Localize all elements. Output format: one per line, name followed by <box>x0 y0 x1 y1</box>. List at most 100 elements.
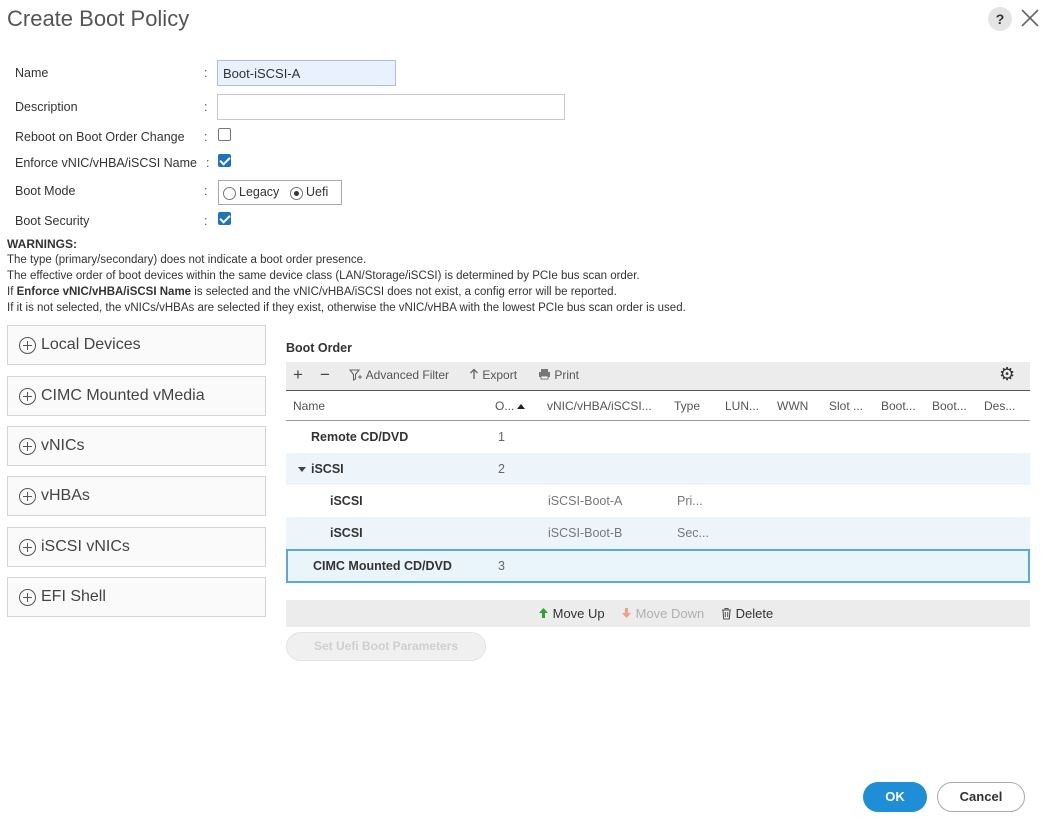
print-label: Print <box>554 368 580 382</box>
table-row[interactable]: iSCSI iSCSI-Boot-B Sec... <box>286 517 1030 549</box>
column-header-type[interactable]: Type <box>674 399 700 413</box>
enforce-checkbox[interactable] <box>218 154 231 167</box>
boot-security-checkbox[interactable] <box>218 212 231 225</box>
settings-gear-icon[interactable]: ⚙ <box>999 364 1015 385</box>
move-up-button[interactable]: Move Up <box>538 606 605 621</box>
section-label: EFI Shell <box>41 588 106 605</box>
row-vnic: iSCSI-Boot-B <box>548 526 623 540</box>
row-vnic: iSCSI-Boot-A <box>548 494 623 508</box>
section-iscsi-vnics[interactable]: iSCSI vNICs <box>7 527 266 567</box>
section-vhbas[interactable]: vHBAs <box>7 476 266 516</box>
name-input[interactable] <box>217 60 396 86</box>
cancel-button[interactable]: Cancel <box>937 782 1025 812</box>
description-input[interactable] <box>217 94 565 120</box>
expand-plus-icon <box>19 488 36 505</box>
boot-mode-legacy-label: Legacy <box>239 185 280 199</box>
arrow-up-icon <box>539 608 548 618</box>
warning-line: If it is not selected, the vNICs/vHBAs a… <box>7 302 686 314</box>
move-down-button[interactable]: Move Down <box>621 606 704 621</box>
column-header-slot[interactable]: Slot ... <box>829 399 863 413</box>
table-row[interactable]: iSCSI iSCSI-Boot-A Pri... <box>286 485 1030 517</box>
boot-security-label: Boot Security <box>15 214 90 228</box>
expand-plus-icon <box>19 337 36 354</box>
sort-ascending-icon <box>517 404 526 409</box>
trash-icon <box>722 607 731 620</box>
row-order: 2 <box>498 462 505 476</box>
move-up-label: Move Up <box>552 606 605 621</box>
enforce-label: Enforce vNIC/vHBA/iSCSI Name <box>15 156 197 170</box>
close-icon <box>1021 9 1039 27</box>
section-label: Local Devices <box>41 336 141 353</box>
name-colon: : <box>204 66 208 80</box>
warnings-block: WARNINGS: The type (primary/secondary) d… <box>7 236 686 316</box>
collapse-caret-icon[interactable] <box>298 467 306 472</box>
section-label: iSCSI vNICs <box>41 538 130 555</box>
reboot-label: Reboot on Boot Order Change <box>15 130 185 144</box>
table-row-selected[interactable]: CIMC Mounted CD/DVD 3 <box>286 549 1030 583</box>
row-name: CIMC Mounted CD/DVD <box>313 559 452 573</box>
section-label: vHBAs <box>41 487 90 504</box>
boot-order-table-header: Name O... vNIC/vHBA/iSCSI... Type LUN...… <box>286 390 1030 421</box>
section-efi-shell[interactable]: EFI Shell <box>7 577 266 617</box>
advanced-filter-button[interactable]: Advanced Filter <box>348 368 450 382</box>
filter-icon <box>348 369 362 381</box>
column-header-wwn[interactable]: WWN <box>777 399 808 413</box>
column-header-description[interactable]: Des... <box>984 399 1015 413</box>
boot-mode-uefi-radio[interactable] <box>290 187 303 200</box>
arrow-down-icon <box>622 608 631 618</box>
table-row[interactable]: Remote CD/DVD 1 <box>286 421 1030 453</box>
delete-button[interactable]: Delete <box>721 606 773 621</box>
set-uefi-boot-parameters-button[interactable]: Set Uefi Boot Parameters <box>286 632 486 661</box>
row-type: Sec... <box>677 526 709 540</box>
close-button[interactable] <box>1018 4 1042 32</box>
warning-emphasis: Enforce vNIC/vHBA/iSCSI Name <box>16 286 192 298</box>
row-name: iSCSI <box>330 494 363 508</box>
ok-button[interactable]: OK <box>863 782 927 812</box>
section-vnics[interactable]: vNICs <box>7 426 266 466</box>
column-header-vnic[interactable]: vNIC/vHBA/iSCSI... <box>547 399 652 413</box>
table-row[interactable]: iSCSI 2 <box>286 453 1030 485</box>
move-down-label: Move Down <box>635 606 705 621</box>
warning-line: The type (primary/secondary) does not in… <box>7 254 367 266</box>
column-header-order[interactable]: O... <box>495 399 526 413</box>
expand-plus-icon <box>19 539 36 556</box>
boot-order-toolbar: + − Advanced Filter Export Print ⚙ <box>286 362 1030 390</box>
column-header-boot1[interactable]: Boot... <box>881 399 916 413</box>
row-name: iSCSI <box>330 526 363 540</box>
warning-line: The effective order of boot devices with… <box>7 270 640 282</box>
column-header-name[interactable]: Name <box>293 399 325 413</box>
column-header-order-label: O... <box>495 399 515 413</box>
reboot-checkbox[interactable] <box>218 128 231 141</box>
boot-order-title: Boot Order <box>286 341 352 355</box>
boot-order-actions: Move Up Move Down Delete <box>286 600 1030 627</box>
row-name: iSCSI <box>311 462 344 476</box>
export-arrow-icon <box>470 368 478 379</box>
advanced-filter-label: Advanced Filter <box>365 368 450 382</box>
print-icon <box>539 369 550 380</box>
reboot-colon: : <box>204 130 208 144</box>
description-label: Description <box>15 100 78 114</box>
row-type: Pri... <box>677 494 703 508</box>
warning-text: is selected and the vNIC/vHBA/iSCSI does… <box>191 286 617 298</box>
dialog-title: Create Boot Policy <box>7 6 190 31</box>
boot-mode-label: Boot Mode <box>15 184 76 198</box>
expand-plus-icon <box>19 438 36 455</box>
expand-plus-icon <box>19 388 36 405</box>
row-order: 3 <box>498 559 505 573</box>
export-button[interactable]: Export <box>469 368 517 382</box>
warning-line: If Enforce vNIC/vHBA/iSCSI Name is selec… <box>7 284 686 300</box>
column-header-lun[interactable]: LUN... <box>725 399 759 413</box>
row-name: Remote CD/DVD <box>311 430 409 444</box>
help-button[interactable]: ? <box>988 7 1012 31</box>
remove-button[interactable]: − <box>320 365 330 385</box>
name-label: Name <box>15 66 49 80</box>
boot-mode-legacy-radio[interactable] <box>223 187 236 200</box>
column-header-boot2[interactable]: Boot... <box>932 399 967 413</box>
section-local-devices[interactable]: Local Devices <box>7 325 266 365</box>
add-button[interactable]: + <box>293 365 303 385</box>
warning-text: If <box>7 286 17 298</box>
section-cimc-mounted-vmedia[interactable]: CIMC Mounted vMedia <box>7 376 266 416</box>
boot-mode-uefi-label: Uefi <box>306 185 329 199</box>
print-button[interactable]: Print <box>538 368 579 382</box>
expand-plus-icon <box>19 589 36 606</box>
